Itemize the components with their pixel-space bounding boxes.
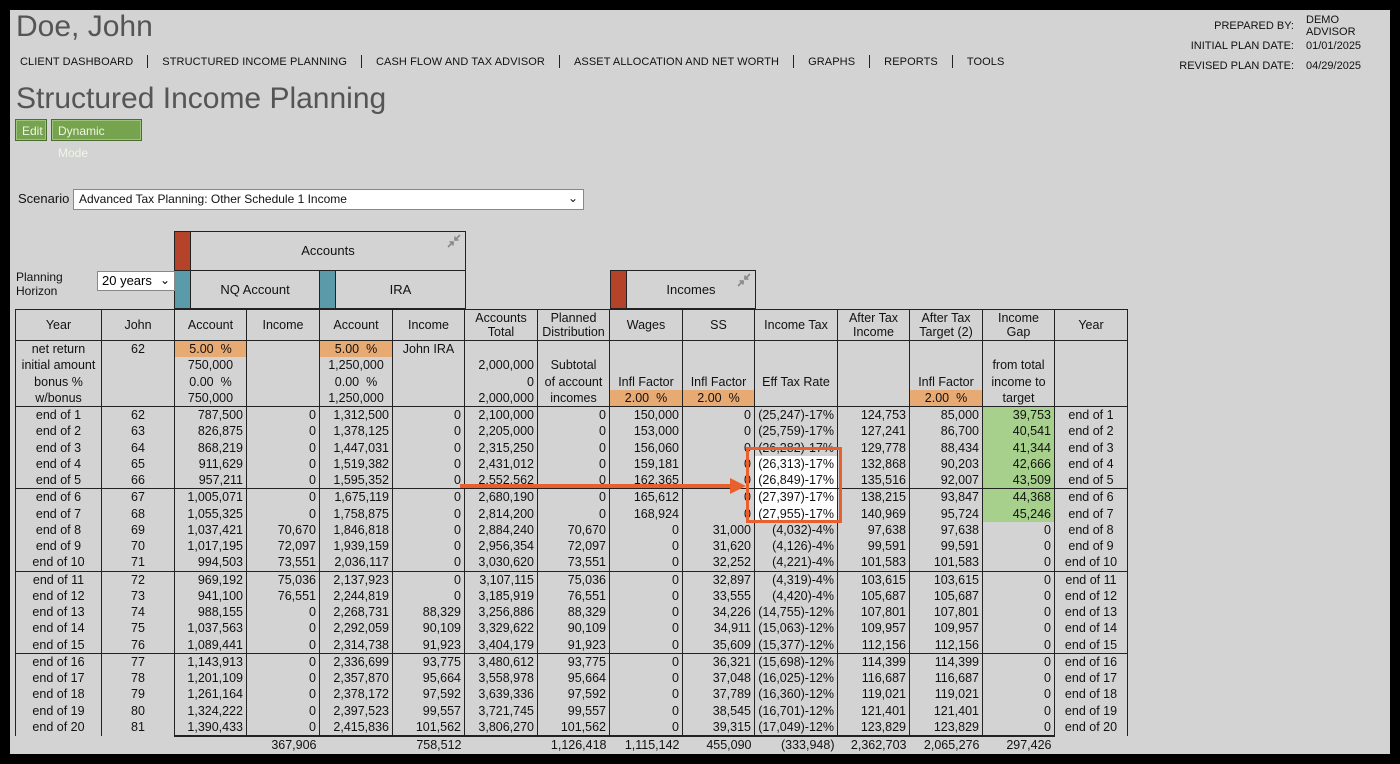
annotation-arrow	[460, 478, 746, 494]
app-window: Doe, John CLIENT DASHBOARD STRUCTURED IN…	[10, 10, 1390, 754]
